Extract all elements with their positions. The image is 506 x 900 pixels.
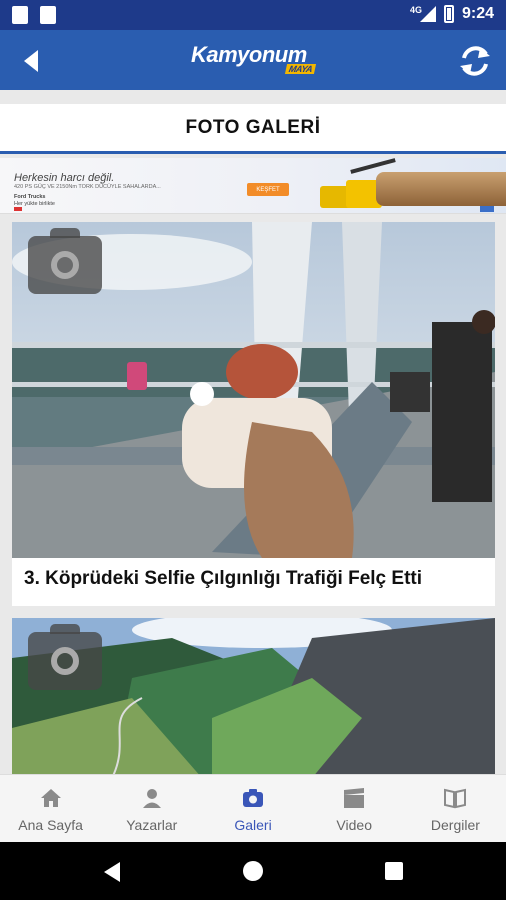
refresh-icon[interactable] xyxy=(456,42,494,80)
nav-item-gallery[interactable]: Galeri xyxy=(202,775,303,842)
signal-icon xyxy=(419,6,436,22)
camera-icon xyxy=(28,624,102,690)
ad-cta-button[interactable]: KEŞFET xyxy=(247,183,289,196)
ad-log-graphic xyxy=(376,172,506,206)
book-icon xyxy=(444,788,467,809)
back-arrow-icon[interactable] xyxy=(18,48,44,74)
system-navigation-bar xyxy=(0,842,506,900)
battery-icon xyxy=(443,5,454,23)
camera-icon xyxy=(28,228,102,294)
network-type: 4G xyxy=(409,5,422,15)
ad-corner-logo xyxy=(480,206,494,212)
app-bar: Kamyonum MAYA xyxy=(0,30,506,90)
app-notification-icon xyxy=(40,6,56,24)
app-logo: Kamyonum MAYA xyxy=(191,42,321,76)
gallery-card[interactable] xyxy=(12,618,495,778)
nav-item-magazines[interactable]: Dergiler xyxy=(405,775,506,842)
home-icon xyxy=(40,789,61,807)
status-right: 4G 9:24 xyxy=(410,5,494,23)
bottom-navigation: Ana Sayfa Yazarlar Galeri Video Dergiler xyxy=(0,774,506,842)
nav-item-video[interactable]: Video xyxy=(304,775,405,842)
ad-subline: 420 PS GÜÇ VE 2150Nm TORK DÜCÜYLE SAHALA… xyxy=(14,184,161,190)
nav-label: Dergiler xyxy=(430,817,480,833)
status-bar: 4G 9:24 xyxy=(0,0,506,30)
nav-label: Galeri xyxy=(234,817,272,833)
page-title: FOTO GALERİ xyxy=(185,116,321,138)
system-recents-icon[interactable] xyxy=(385,862,403,880)
logo-sub: MAYA xyxy=(284,64,317,74)
clock: 9:24 xyxy=(461,5,494,22)
nav-item-authors[interactable]: Yazarlar xyxy=(101,775,202,842)
system-home-icon[interactable] xyxy=(243,861,263,881)
camera-icon xyxy=(243,789,263,807)
nav-label: Yazarlar xyxy=(126,817,178,833)
ad-brand: Ford Trucks xyxy=(14,194,46,200)
ad-banner[interactable]: Herkesin harcı değil. 420 PS GÜÇ VE 2150… xyxy=(0,158,506,214)
person-icon xyxy=(142,789,161,808)
nav-label: Video xyxy=(336,817,372,833)
notification-icons xyxy=(12,6,56,24)
clapperboard-icon xyxy=(344,788,365,808)
system-back-icon[interactable] xyxy=(102,861,122,883)
page-title-bar: FOTO GALERİ xyxy=(0,104,506,154)
ad-headline: Herkesin harcı değil. xyxy=(14,172,115,184)
sd-card-icon xyxy=(12,6,28,24)
nav-item-home[interactable]: Ana Sayfa xyxy=(0,775,101,842)
ad-brand-logo xyxy=(14,207,22,211)
nav-label: Ana Sayfa xyxy=(18,817,83,833)
gallery-item-title[interactable]: 3. Köprüdeki Selfie Çılgınlığı Trafiği F… xyxy=(24,568,422,590)
gallery-card[interactable]: 3. Köprüdeki Selfie Çılgınlığı Trafiği F… xyxy=(12,222,495,606)
